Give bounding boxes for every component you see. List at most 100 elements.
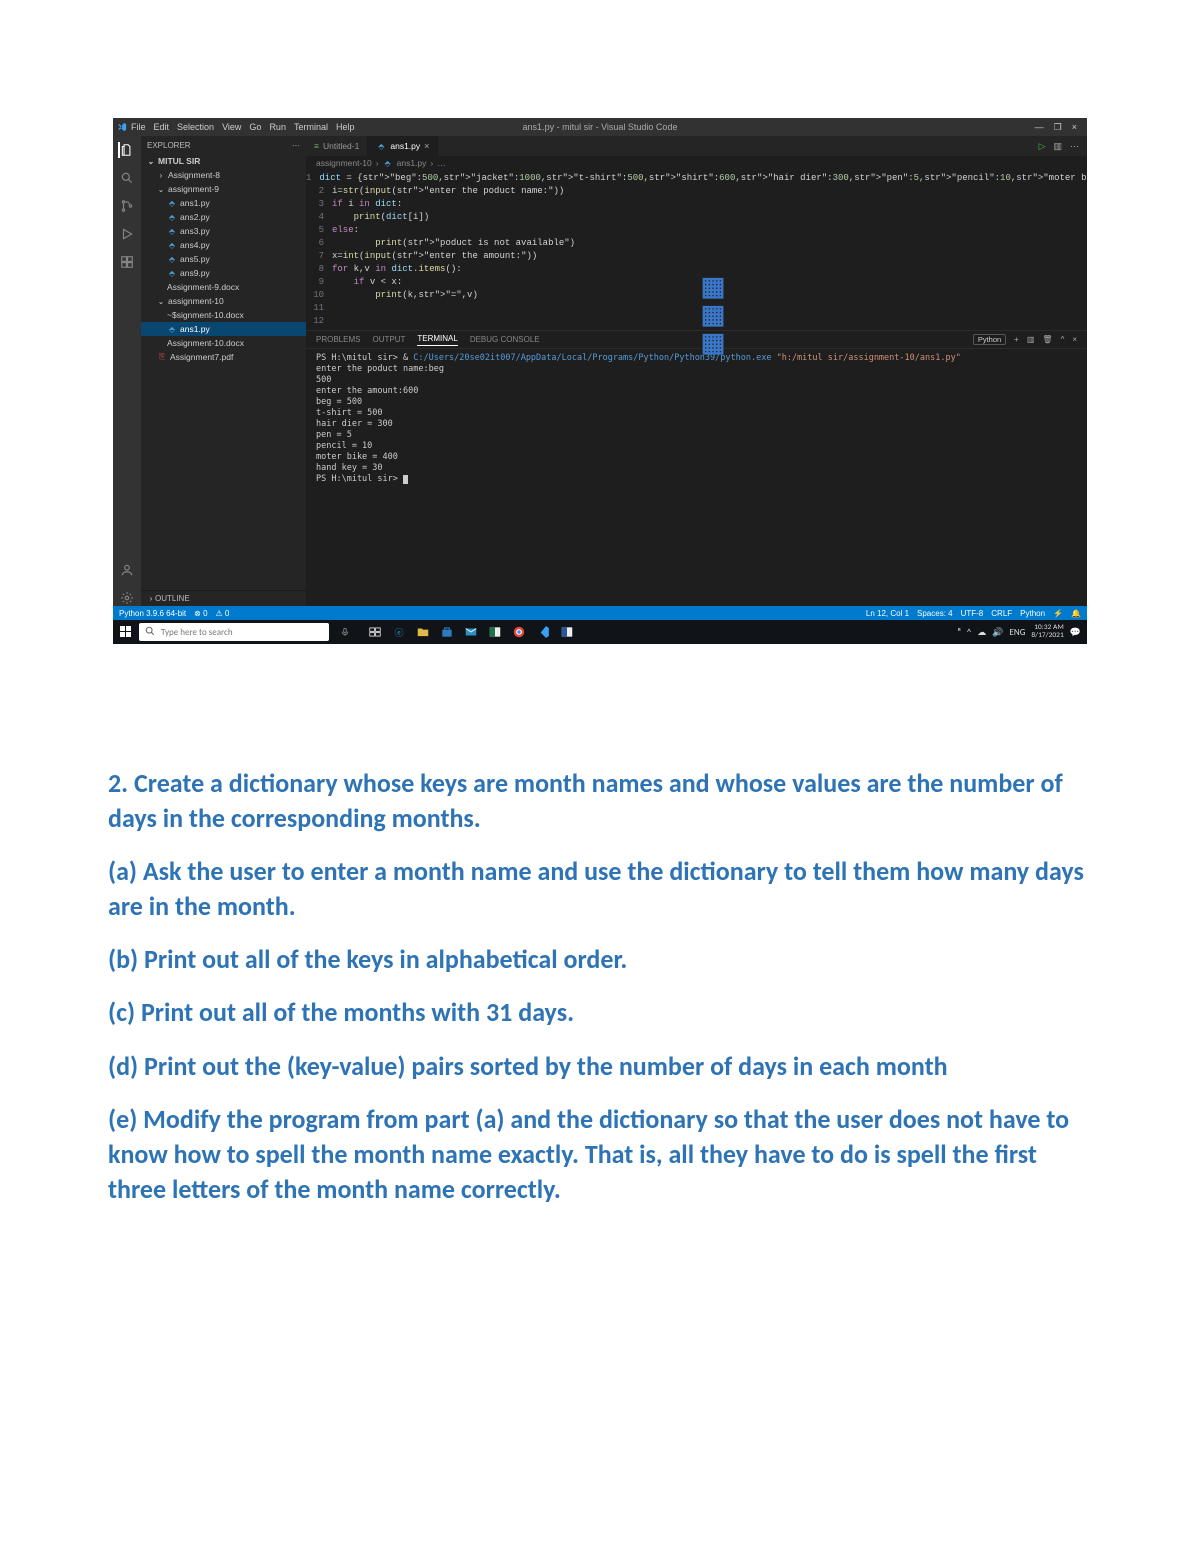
file-item[interactable]: ⬘ans1.py: [141, 322, 306, 336]
mail-icon[interactable]: [461, 622, 481, 642]
folder-item[interactable]: ›Assignment-8: [141, 168, 306, 182]
folder-item[interactable]: ⌄assignment-10: [141, 294, 306, 308]
source-control-icon[interactable]: [119, 198, 135, 214]
excel-icon[interactable]: [485, 622, 505, 642]
menu-run[interactable]: Run: [269, 122, 286, 132]
start-button[interactable]: [113, 620, 139, 644]
menu-edit[interactable]: Edit: [154, 122, 170, 132]
tab-more-icon[interactable]: ···: [1070, 141, 1079, 151]
window-title: ans1.py - mitul sir - Visual Studio Code: [523, 122, 678, 132]
menu-terminal[interactable]: Terminal: [294, 122, 328, 132]
line-number: 7: [306, 250, 332, 263]
tray-cloud-icon[interactable]: ☁: [977, 627, 986, 638]
tab-modified-icon: ≡: [314, 141, 319, 151]
chevron-down-icon: ⌄: [157, 185, 165, 194]
eol[interactable]: CRLF: [991, 609, 1012, 618]
language-mode[interactable]: Python: [1020, 609, 1045, 618]
file-explorer-icon[interactable]: [413, 622, 433, 642]
menu-help[interactable]: Help: [336, 122, 355, 132]
line-number: 5: [306, 224, 332, 237]
maximize-button[interactable]: ❐: [1054, 122, 1062, 133]
explorer-icon[interactable]: [118, 142, 134, 158]
question-a: (a) Ask the user to enter a month name a…: [108, 854, 1092, 924]
menu-go[interactable]: Go: [249, 122, 261, 132]
feedback-icon[interactable]: ⚡: [1053, 609, 1063, 618]
terminal[interactable]: PS H:\mitul sir> & C:/Users/20se02it007/…: [306, 349, 1087, 606]
split-editor-icon[interactable]: ▥: [1053, 141, 1062, 152]
code-editor[interactable]: 1dict = {str">"beg":500,str">"jacket":10…: [306, 170, 1087, 330]
pdf-file-icon: ⎘: [157, 352, 167, 362]
terminal-line: moter bike = 400: [316, 452, 1077, 463]
run-file-icon[interactable]: ▷: [1039, 141, 1046, 152]
line-number: 8: [306, 263, 332, 276]
menu-file[interactable]: File: [131, 122, 146, 132]
tab-close-icon[interactable]: ×: [424, 141, 429, 151]
taskbar-search[interactable]: Type here to search: [139, 623, 329, 641]
outline-section[interactable]: › OUTLINE: [141, 590, 306, 606]
file-item[interactable]: ▦~$signment-10.docx: [141, 308, 306, 322]
file-item[interactable]: ⬘ans4.py: [141, 238, 306, 252]
editor-area: ≡ Untitled-1 ⬘ ans1.py × ▷ ▥ ··· assignm…: [306, 136, 1087, 606]
word-icon[interactable]: [557, 622, 577, 642]
tray-chevron-icon[interactable]: ᴿ: [958, 627, 961, 638]
notifications-icon[interactable]: 🔔: [1071, 609, 1081, 618]
file-item[interactable]: ⬘ans2.py: [141, 210, 306, 224]
file-item[interactable]: ▦Assignment-10.docx: [141, 336, 306, 350]
tray-chevron-up-icon[interactable]: ^: [967, 627, 971, 638]
action-center-icon[interactable]: 💬: [1070, 627, 1081, 638]
python-file-icon: ⬘: [167, 198, 177, 208]
breadcrumb-item[interactable]: assignment-10: [316, 158, 372, 168]
menu-view[interactable]: View: [222, 122, 241, 132]
chevron-right-icon: ›: [430, 158, 433, 168]
search-icon[interactable]: [119, 170, 135, 186]
terminal-line: hand key = 30: [316, 463, 1077, 474]
file-item[interactable]: ⬘ans3.py: [141, 224, 306, 238]
search-placeholder: Type here to search: [161, 627, 233, 638]
warnings-count[interactable]: ⚠ 0: [216, 609, 230, 618]
tray-volume-icon[interactable]: 🔊: [992, 627, 1003, 638]
indent-setting[interactable]: Spaces: 4: [917, 609, 953, 618]
breadcrumb-item[interactable]: ans1.py: [397, 158, 427, 168]
code-line: print(dict[i]): [332, 211, 429, 224]
settings-gear-icon[interactable]: [119, 590, 135, 606]
python-file-icon: ⬘: [167, 212, 177, 222]
code-line: dict = {str">"beg":500,str">"jacket":100…: [319, 172, 1087, 185]
errors-count[interactable]: ⊗ 0: [194, 609, 207, 618]
edge-icon[interactable]: ⓔ: [389, 622, 409, 642]
file-item[interactable]: ⬘ans9.py: [141, 266, 306, 280]
store-icon[interactable]: [437, 622, 457, 642]
python-interpreter[interactable]: Python 3.9.6 64-bit: [119, 609, 186, 618]
file-item[interactable]: ▦Assignment-9.docx: [141, 280, 306, 294]
question-intro: 2. Create a dictionary whose keys are mo…: [108, 766, 1092, 836]
cortana-mic-icon[interactable]: [335, 627, 355, 637]
breadcrumb[interactable]: assignment-10 › ⬘ ans1.py › …: [306, 156, 1087, 170]
breadcrumb-item[interactable]: …: [437, 158, 446, 168]
folder-item[interactable]: ⌄assignment-9: [141, 182, 306, 196]
task-view-icon[interactable]: [365, 622, 385, 642]
vscode-taskbar-icon[interactable]: [533, 622, 553, 642]
menu-selection[interactable]: Selection: [177, 122, 214, 132]
workspace-root[interactable]: ⌄ MITUL SIR: [141, 154, 306, 168]
file-item[interactable]: ⎘Assignment7.pdf: [141, 350, 306, 364]
tray-language[interactable]: ENG: [1009, 627, 1025, 638]
tree-label: ans9.py: [180, 268, 210, 278]
file-item[interactable]: ⬘ans1.py: [141, 196, 306, 210]
file-item[interactable]: ⬘ans5.py: [141, 252, 306, 266]
chrome-icon[interactable]: [509, 622, 529, 642]
tree-label: ans4.py: [180, 240, 210, 250]
run-debug-icon[interactable]: [119, 226, 135, 242]
code-line: i=str(input(str">"enter the poduct name:…: [332, 185, 564, 198]
tab-label: Untitled-1: [323, 141, 359, 151]
encoding[interactable]: UTF-8: [961, 609, 984, 618]
word-file-icon: ▦: [221, 338, 306, 348]
extensions-icon[interactable]: [119, 254, 135, 270]
cursor-position[interactable]: Ln 12, Col 1: [866, 609, 909, 618]
tab-untitled[interactable]: ≡ Untitled-1: [306, 136, 368, 156]
tray-clock[interactable]: 10:32 AM 8/17/2021: [1031, 624, 1063, 640]
editor-tabs: ≡ Untitled-1 ⬘ ans1.py × ▷ ▥ ···: [306, 136, 1087, 156]
account-icon[interactable]: [119, 562, 135, 578]
tab-ans1[interactable]: ⬘ ans1.py ×: [368, 136, 438, 156]
minimize-button[interactable]: —: [1035, 122, 1044, 133]
sidebar-more-icon[interactable]: ···: [292, 141, 300, 150]
close-window-button[interactable]: ×: [1072, 122, 1077, 133]
